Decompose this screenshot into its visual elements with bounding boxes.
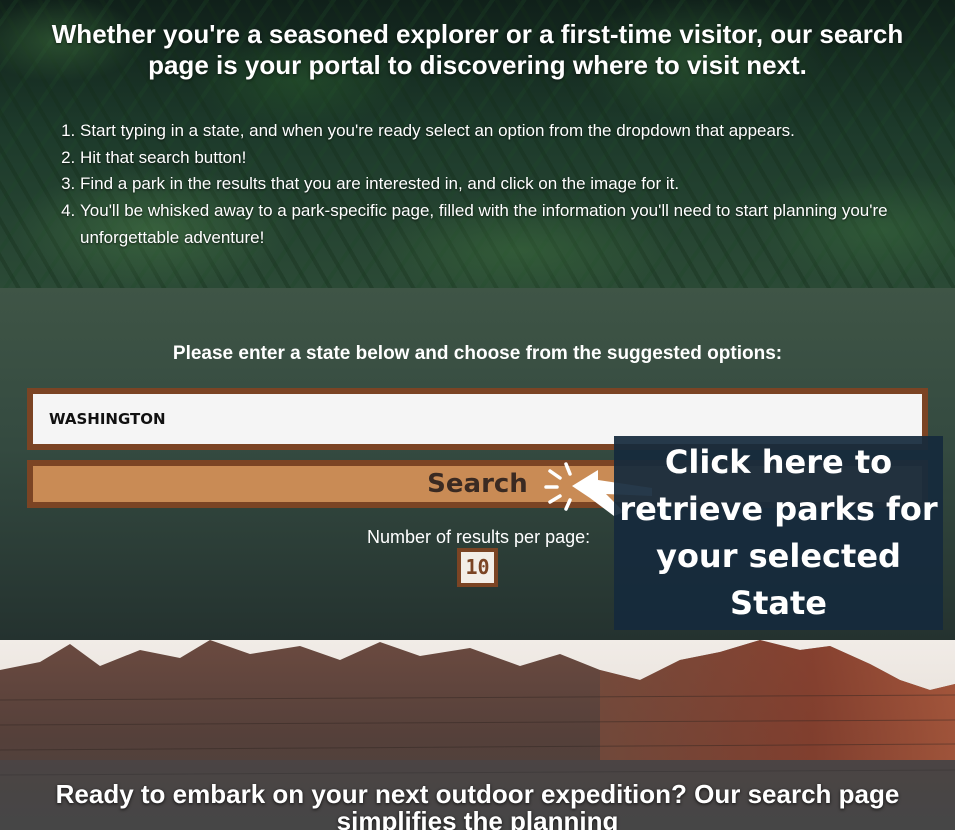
results-per-page-select[interactable]: 10 <box>457 548 498 587</box>
instruction-step: Hit that search button! <box>80 145 920 172</box>
results-per-page-label: Number of results per page: <box>367 527 591 547</box>
instruction-list: Start typing in a state, and when you're… <box>58 118 920 252</box>
instruction-step: Start typing in a state, and when you're… <box>80 118 920 145</box>
hero-mountains: Ready to embark on your next outdoor exp… <box>0 640 955 830</box>
instruction-step: Find a park in the results that you are … <box>80 171 920 198</box>
hero-jungle: Whether you're a seasoned explorer or a … <box>0 0 955 288</box>
search-prompt: Please enter a state below and choose fr… <box>172 343 783 364</box>
hero-title: Whether you're a seasoned explorer or a … <box>51 19 904 80</box>
search-tooltip: Click here to retrieve parks for your se… <box>614 436 943 630</box>
instruction-step: You'll be whisked away to a park-specifi… <box>80 198 920 251</box>
bottom-title: Ready to embark on your next outdoor exp… <box>55 779 900 830</box>
